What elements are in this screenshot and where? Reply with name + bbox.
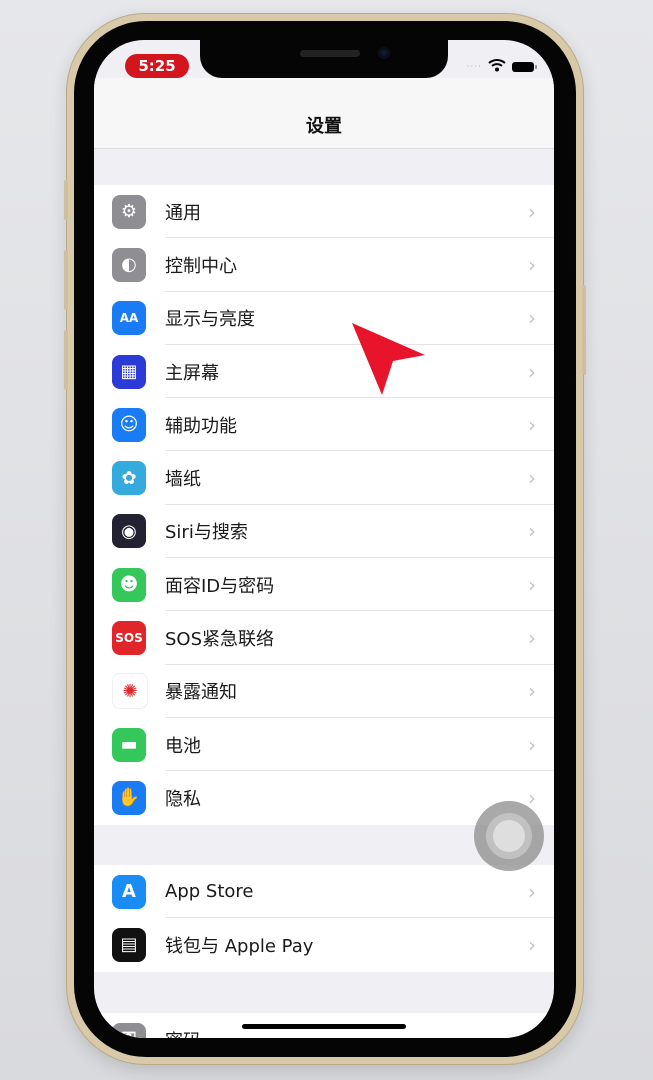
mute-switch (64, 180, 68, 220)
hand-icon: ✋ (112, 780, 146, 815)
chevron-right-icon: › (528, 679, 536, 704)
speaker (300, 50, 360, 57)
chevron-right-icon: › (528, 359, 536, 384)
gear-icon: ⚙ (112, 194, 146, 229)
home-screen-icon: ▦ (112, 354, 146, 389)
chevron-right-icon: › (528, 519, 536, 544)
settings-row-wallpaper-flower[interactable]: ✿ 墙纸 › (94, 451, 554, 505)
settings-row-siri[interactable]: ◉ Siri与搜索 › (94, 505, 554, 559)
screen: 设置 ⚙ 通用 › ◐ 控制中心 › AA 显示与亮度 › ▦ 主屏幕 › ☺ 辅助功能 › ✿ 墙纸 › ◉ Sir… (94, 40, 554, 1038)
settings-row-label: SOS紧急联络 (165, 629, 275, 651)
settings-row-label: 密码 (165, 1027, 201, 1038)
settings-row-accessibility[interactable]: ☺ 辅助功能 › (94, 398, 554, 452)
chevron-right-icon: › (528, 932, 536, 957)
settings-row-exposure[interactable]: ✺ 暴露通知 › (94, 665, 554, 718)
settings-row-face-id[interactable]: ☻ 面容ID与密码 › (94, 558, 554, 612)
chevron-right-icon: › (528, 879, 536, 904)
status-time: 5:25 (125, 54, 189, 78)
camera (378, 47, 390, 59)
settings-row-label: 电池 (165, 735, 201, 757)
chevron-right-icon: › (528, 306, 536, 331)
settings-row-gear[interactable]: ⚙ 通用 › (94, 185, 554, 239)
volume-up-button (64, 250, 68, 310)
notch (200, 40, 448, 78)
settings-group: A App Store › ▤ 钱包与 Apple Pay › (94, 865, 554, 972)
siri-icon: ◉ (112, 514, 146, 549)
wifi-icon (488, 58, 506, 76)
settings-row-label: 隐私 (165, 788, 201, 810)
battery-app-icon: ▬ (112, 727, 146, 762)
signal-icon: ···· (466, 62, 482, 72)
chevron-right-icon: › (528, 626, 536, 651)
settings-row-app-store[interactable]: A App Store › (94, 865, 554, 919)
toggles-icon: ◐ (112, 247, 146, 282)
chevron-right-icon: › (528, 572, 536, 597)
settings-row-label: 面容ID与密码 (165, 575, 275, 597)
settings-row-label: 主屏幕 (165, 362, 219, 384)
side-button (582, 285, 586, 375)
chevron-right-icon: › (528, 199, 536, 224)
settings-row-label: 钱包与 Apple Pay (165, 935, 314, 957)
chevron-right-icon: › (528, 412, 536, 437)
key-icon: ⚿ (112, 1022, 146, 1038)
settings-row-label: 墙纸 (165, 469, 201, 491)
settings-row-toggles[interactable]: ◐ 控制中心 › (94, 238, 554, 292)
chevron-right-icon: › (528, 785, 536, 810)
chevron-right-icon: › (528, 732, 536, 757)
settings-row-text-size[interactable]: AA 显示与亮度 › (94, 292, 554, 345)
settings-group: ⚙ 通用 › ◐ 控制中心 › AA 显示与亮度 › ▦ 主屏幕 › ☺ 辅助功能 › ✿ 墙纸 › ◉ Siri与搜… (94, 185, 554, 825)
settings-row-label: App Store (165, 881, 254, 903)
settings-row-home-screen[interactable]: ▦ 主屏幕 › (94, 345, 554, 399)
chevron-right-icon: › (528, 466, 536, 491)
battery-icon (512, 62, 537, 72)
pointer-arrow-icon (352, 323, 425, 395)
wallet-icon: ▤ (112, 927, 146, 962)
settings-row-label: Siri与搜索 (165, 522, 248, 544)
wallpaper-flower-icon: ✿ (112, 461, 146, 496)
chevron-right-icon: › (528, 252, 536, 277)
page-title: 设置 (306, 116, 342, 137)
exposure-icon: ✺ (112, 673, 148, 710)
sos-icon: SOS (112, 621, 146, 656)
settings-row-label: 通用 (165, 202, 201, 224)
chevron-right-icon: › (528, 1028, 536, 1038)
settings-row-wallet[interactable]: ▤ 钱包与 Apple Pay › (94, 918, 554, 971)
settings-row-label: 控制中心 (165, 255, 237, 277)
home-indicator[interactable] (242, 1024, 406, 1029)
text-size-icon: AA (112, 301, 146, 336)
assistive-touch-button[interactable] (474, 801, 544, 871)
status-icons: ···· (466, 58, 537, 76)
navigation-bar: 设置 (94, 78, 554, 149)
settings-row-label: 显示与亮度 (165, 309, 255, 331)
volume-down-button (64, 330, 68, 390)
accessibility-icon: ☺ (112, 407, 146, 442)
face-id-icon: ☻ (112, 567, 146, 602)
settings-row-label: 暴露通知 (165, 682, 237, 704)
app-store-icon: A (112, 874, 146, 909)
settings-row-sos[interactable]: SOS SOS紧急联络 › (94, 611, 554, 665)
settings-row-battery-app[interactable]: ▬ 电池 › (94, 718, 554, 772)
settings-row-label: 辅助功能 (165, 415, 237, 437)
